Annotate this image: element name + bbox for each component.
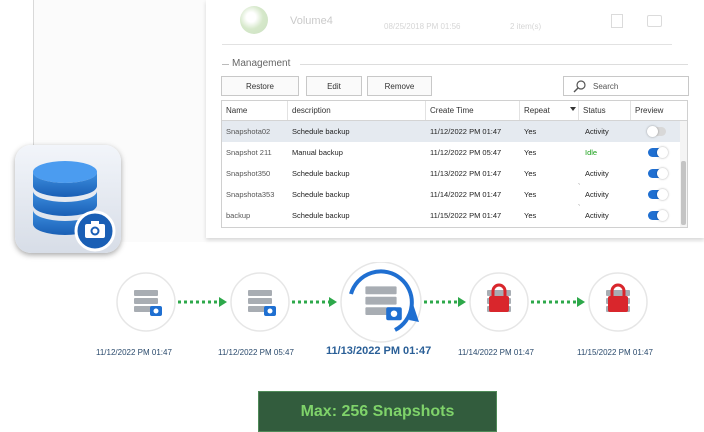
divider — [222, 44, 672, 45]
toggle-knob — [657, 189, 668, 200]
arrow-head-icon — [577, 297, 585, 307]
timeline-date: 11/12/2022 PM 01:47 — [96, 348, 172, 357]
cell-name: Snapshot350 — [226, 169, 271, 178]
camera-lens — [390, 310, 398, 317]
toggle-knob — [657, 210, 668, 221]
server-icon — [230, 272, 290, 332]
cell-name: Snapshota02 — [226, 127, 271, 136]
toggle-knob — [647, 126, 658, 137]
camera-icon[interactable] — [647, 15, 662, 27]
timeline-date: 11/14/2022 PM 01:47 — [458, 348, 534, 357]
arrow-head-icon — [329, 297, 337, 307]
preview-toggle[interactable] — [648, 189, 668, 200]
cell-description: Schedule backup — [292, 169, 350, 178]
table-header: Name description Create Time Repeat Stat… — [222, 101, 687, 121]
volume-date: 08/25/2018 PM 01:56 — [384, 22, 461, 31]
lock-icon — [489, 296, 509, 312]
cell-repeat: Yes — [524, 169, 537, 178]
cell-description: Schedule backup — [292, 211, 350, 220]
server-bar — [248, 290, 272, 296]
preview-toggle[interactable] — [648, 210, 668, 221]
cell-status: Activity — [585, 127, 609, 136]
cell-name: Snapshot 211 — [226, 148, 272, 157]
column-create-time[interactable]: Create Time — [426, 101, 520, 120]
cell-status: Activity — [585, 190, 609, 199]
scrollbar-thumb[interactable] — [681, 161, 686, 225]
search-icon — [573, 80, 586, 93]
cell-description: Manual backup — [292, 148, 343, 157]
preview-toggle[interactable] — [647, 126, 666, 137]
management-title: Management — [232, 58, 291, 69]
camera-lens — [267, 308, 273, 314]
volume-icon — [240, 6, 268, 34]
cell-description: Schedule backup — [292, 190, 350, 199]
timeline-date: 11/12/2022 PM 05:47 — [218, 348, 294, 357]
cell-name: Snapshota353 — [226, 190, 275, 199]
edit-button[interactable]: Edit — [306, 76, 362, 96]
server-bar — [134, 290, 158, 296]
document-icon[interactable] — [611, 14, 623, 28]
table-row[interactable]: backup Schedule backup 11/15/2022 PM 01:47… — [222, 205, 680, 226]
remove-button[interactable]: Remove — [367, 76, 432, 96]
locked-server-icon — [588, 272, 648, 332]
server-bar — [134, 298, 158, 304]
cell-description: Schedule backup — [292, 127, 350, 136]
volume-name: Volume4 — [290, 15, 333, 27]
cell-status: Activity — [585, 211, 609, 220]
preview-toggle[interactable] — [648, 168, 668, 179]
cell-repeat: Yes — [524, 127, 537, 136]
section-line — [300, 64, 688, 65]
cell-repeat: Yes — [524, 190, 537, 199]
column-preview[interactable]: Preview — [631, 101, 687, 120]
table-row[interactable]: Snapshota02 Schedule backup 11/12/2022 PM … — [222, 121, 680, 142]
locked-server-icon — [469, 272, 529, 332]
preview-toggle[interactable] — [648, 147, 668, 158]
cell-repeat: Yes — [524, 211, 537, 220]
volume-row[interactable]: Volume4 08/25/2018 PM 01:56 2 item(s) — [222, 0, 672, 42]
cell-create-time: 11/13/2022 PM 01:47 — [430, 169, 502, 178]
cell-create-time: 11/15/2022 PM 01:47 — [430, 211, 502, 220]
server-bar — [487, 290, 511, 296]
toggle-knob — [657, 168, 668, 179]
server-bar — [248, 298, 272, 304]
arrow-head-icon — [458, 297, 466, 307]
toggle-knob — [657, 147, 668, 158]
database-camera-icon — [33, 161, 116, 252]
max-snapshots-banner: Max: 256 Snapshots — [258, 391, 497, 432]
tick-mark: ` — [578, 205, 581, 212]
search-input[interactable]: Search — [563, 76, 689, 96]
table-row[interactable]: Snapshota353 Schedule backup 11/14/2022 PM… — [222, 184, 680, 205]
cell-create-time: 11/12/2022 PM 01:47 — [430, 127, 502, 136]
server-icon — [116, 272, 176, 332]
table-row[interactable]: Snapshot 211 Manual backup 11/12/2022 PM 0… — [222, 142, 680, 163]
cell-create-time: 11/12/2022 PM 05:47 — [430, 148, 502, 157]
column-status[interactable]: Status — [579, 101, 631, 120]
timeline-date: 11/13/2022 PM 01:47 — [326, 345, 432, 357]
server-restore-icon — [340, 262, 422, 343]
column-name[interactable]: Name — [222, 101, 288, 120]
tick-mark: ` — [578, 184, 581, 191]
chevron-down-icon[interactable] — [570, 107, 576, 111]
arrow-head-icon — [219, 297, 227, 307]
cell-status: Activity — [585, 169, 609, 178]
snapshot-table: Name description Create Time Repeat Stat… — [221, 100, 688, 228]
banner-text: Max: 256 Snapshots — [300, 402, 455, 420]
volume-count: 2 item(s) — [510, 22, 542, 31]
cell-status: Idle — [585, 148, 598, 157]
lock-icon — [608, 296, 628, 312]
server-bar — [365, 296, 397, 305]
app-icon — [15, 145, 121, 253]
cell-create-time: 11/14/2022 PM 01:47 — [430, 190, 502, 199]
restore-button[interactable]: Restore — [221, 76, 299, 96]
server-bar — [365, 286, 397, 295]
table-row[interactable]: Snapshot350 Schedule backup 11/13/2022 PM … — [222, 163, 680, 184]
server-bar — [606, 290, 630, 296]
section-dash — [222, 64, 229, 65]
timeline-date: 11/15/2022 PM 01:47 — [577, 348, 653, 357]
column-description[interactable]: description — [288, 101, 426, 120]
search-placeholder: Search — [593, 81, 619, 91]
cell-name: backup — [226, 211, 251, 220]
camera-lens — [153, 308, 159, 314]
cell-repeat: Yes — [524, 148, 537, 157]
